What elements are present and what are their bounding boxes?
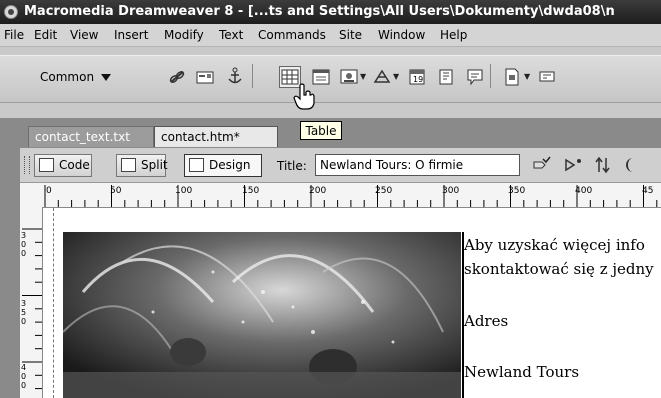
menu-window[interactable]: Window xyxy=(378,24,425,46)
design-view-label: Design xyxy=(209,158,251,172)
window-title: Macromedia Dreamweaver 8 - [...ts and Se… xyxy=(24,4,615,19)
paragraph-line: Aby uzyskać więcej info xyxy=(464,236,645,254)
horizontal-ruler: 0 50 100 150 200 250 300 350 400 45 xyxy=(20,183,661,208)
image-icon[interactable] xyxy=(340,68,358,86)
page-title-input[interactable]: Newland Tours: O firmie xyxy=(315,154,520,176)
insert-category-dropdown[interactable]: Common xyxy=(40,70,112,84)
menu-edit[interactable]: Edit xyxy=(34,24,57,46)
file-management-icon[interactable] xyxy=(532,156,551,174)
ruler-label: 400 xyxy=(575,186,593,196)
tag-chooser-icon[interactable] xyxy=(538,68,556,86)
design-view-button[interactable]: Design xyxy=(184,154,262,177)
tab-contact-text[interactable]: contact_text.txt xyxy=(28,126,154,147)
ruler-label: 250 xyxy=(375,186,393,196)
layout-guide xyxy=(53,208,55,398)
svg-text:19: 19 xyxy=(413,75,423,84)
dreamweaver-app-icon[interactable] xyxy=(4,5,18,19)
split-view-icon xyxy=(121,158,136,172)
insert-category-label: Common xyxy=(40,70,95,84)
design-view[interactable]: Aby uzyskać więcej info skontaktować się… xyxy=(43,208,661,398)
media-icon[interactable] xyxy=(373,68,391,86)
chevron-down-icon[interactable]: ▼ xyxy=(524,72,530,81)
preview-in-browser-icon[interactable] xyxy=(564,156,582,174)
title-bar: Macromedia Dreamweaver 8 - [...ts and Se… xyxy=(0,0,661,24)
ruler-label: 150 xyxy=(242,186,260,196)
ruler-label: 0 xyxy=(46,186,52,196)
date-icon[interactable]: 19 xyxy=(408,68,426,86)
paragraph-line: skontaktować się z jedny xyxy=(464,260,654,278)
insert-toolbar: Common ▼ ▼ 19 ▼ xyxy=(0,47,661,118)
email-link-icon[interactable] xyxy=(196,68,214,86)
ruler-label: 400 xyxy=(21,363,27,390)
chevron-down-icon[interactable]: ▼ xyxy=(393,72,399,81)
named-anchor-icon[interactable] xyxy=(226,67,244,85)
workspace-edge xyxy=(0,118,20,398)
menu-commands[interactable]: Commands xyxy=(258,24,326,46)
title-label: Title: xyxy=(277,159,307,173)
templates-icon[interactable] xyxy=(503,68,521,86)
view-options-icon[interactable] xyxy=(626,158,636,172)
fountain-photo xyxy=(63,232,461,398)
refresh-design-view-icon[interactable] xyxy=(594,156,612,174)
ruler-label: 300 xyxy=(442,186,460,196)
address-heading: Adres xyxy=(464,312,509,330)
code-view-icon xyxy=(39,158,54,172)
menu-bar: File Edit View Insert Modify Text Comman… xyxy=(0,24,661,47)
fountain-photo-art xyxy=(63,232,461,398)
menu-site[interactable]: Site xyxy=(339,24,362,46)
hand-cursor-icon xyxy=(292,83,316,111)
document-toolbar: Code Split Design Title: Newland Tours: … xyxy=(20,148,661,183)
chevron-down-icon[interactable]: ▼ xyxy=(360,72,366,81)
menu-view[interactable]: View xyxy=(70,24,98,46)
tooltip: Table xyxy=(300,121,342,140)
hyperlink-icon[interactable] xyxy=(168,68,186,86)
server-side-include-icon[interactable] xyxy=(437,68,455,86)
design-view-icon xyxy=(189,158,204,172)
code-view-label: Code xyxy=(59,158,90,172)
toolbar-grip[interactable] xyxy=(24,156,30,174)
chevron-down-icon xyxy=(101,74,112,81)
tab-contact-htm[interactable]: contact.htm* xyxy=(154,126,278,147)
ruler-label: 300 xyxy=(21,231,27,258)
vertical-ruler: 300 350 400 xyxy=(20,207,43,398)
ruler-label: 50 xyxy=(110,186,122,196)
comment-icon[interactable] xyxy=(466,68,484,86)
menu-text[interactable]: Text xyxy=(219,24,243,46)
toolbar-separator xyxy=(252,64,253,88)
ruler-label: 350 xyxy=(508,186,526,196)
split-view-label: Split xyxy=(141,158,168,172)
ruler-label: 45 xyxy=(642,186,654,196)
menu-modify[interactable]: Modify xyxy=(164,24,204,46)
menu-file[interactable]: File xyxy=(4,24,24,46)
ruler-label: 350 xyxy=(21,299,27,326)
menu-insert[interactable]: Insert xyxy=(114,24,148,46)
code-view-button[interactable]: Code xyxy=(34,154,92,177)
ruler-label: 200 xyxy=(309,186,327,196)
ruler-label: 100 xyxy=(175,186,193,196)
menu-help[interactable]: Help xyxy=(440,24,467,46)
company-name: Newland Tours xyxy=(464,363,580,381)
split-view-button[interactable]: Split xyxy=(116,154,168,177)
toolbar-separator xyxy=(490,64,491,88)
